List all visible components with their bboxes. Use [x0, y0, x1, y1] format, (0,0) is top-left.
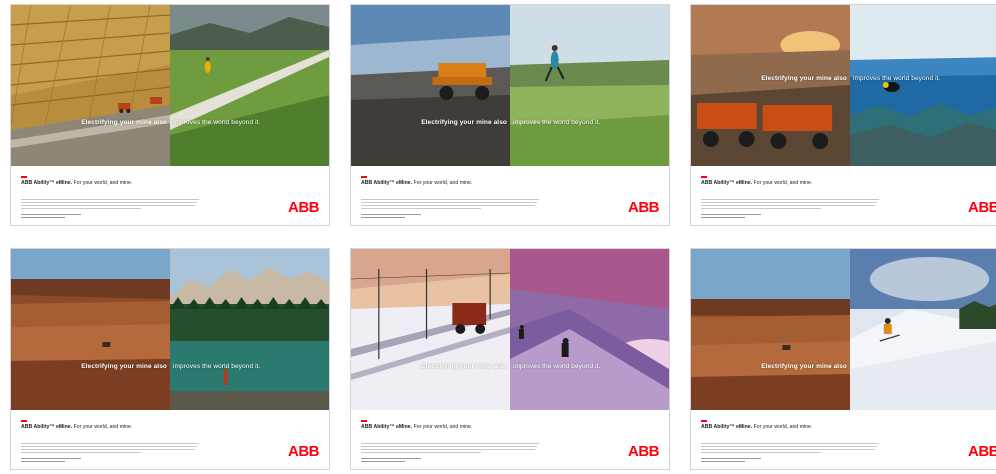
contact-text-line [21, 461, 65, 463]
body-text-line [701, 443, 879, 445]
mine-scene-image [11, 249, 170, 410]
tagline-left: Electrifying your mine also [421, 363, 507, 370]
nature-scene-image [850, 5, 996, 166]
ad-headline: ABB Ability™ eMine. For your world, and … [361, 424, 473, 430]
body-text-line [21, 208, 141, 210]
abb-logo: ABB [288, 443, 320, 460]
contact-text-line [701, 461, 745, 463]
body-text-line [21, 452, 141, 454]
mine-scene-image [691, 249, 850, 410]
ad-card-3[interactable]: Electrifying your mine also improves the… [690, 4, 996, 226]
abb-logo: ABB [968, 199, 996, 216]
red-accent-dash [361, 420, 367, 422]
tagline-right: improves the world beyond it. [173, 119, 261, 126]
ad-copy: ABB Ability™ eMine. For your world, and … [11, 166, 329, 225]
ad-photo: Electrifying your mine also improves the… [351, 249, 669, 410]
contact-text-line [21, 458, 81, 460]
body-text-line [701, 205, 875, 207]
ad-copy: ABB Ability™ eMine. For your world, and … [691, 166, 996, 225]
body-text-line [361, 202, 537, 204]
ad-headline: ABB Ability™ eMine. For your world, and … [361, 180, 473, 186]
tagline-left: Electrifying your mine also [761, 75, 847, 82]
tagline-right: improves the world beyond it. [853, 75, 941, 82]
tagline-right: improves the world beyond it. [513, 119, 601, 126]
ad-card-5[interactable]: Electrifying your mine also improves the… [350, 248, 670, 470]
mine-scene-image [11, 5, 170, 166]
nature-scene-image [850, 249, 996, 410]
tagline-left: Electrifying your mine also [81, 119, 167, 126]
nature-scene-image [170, 249, 329, 410]
contact-text-line [21, 214, 81, 216]
ad-headline: ABB Ability™ eMine. For your world, and … [701, 424, 813, 430]
body-text-line [361, 208, 481, 210]
body-text-line [701, 446, 877, 448]
contact-text-line [701, 217, 745, 219]
body-text-line [21, 443, 199, 445]
body-text-line [21, 449, 195, 451]
contact-text-line [361, 461, 405, 463]
body-text-line [21, 205, 195, 207]
contact-text-line [361, 458, 421, 460]
abb-logo: ABB [288, 199, 320, 216]
ad-card-2[interactable]: Electrifying your mine also improves the… [350, 4, 670, 226]
ad-card-6[interactable]: Electrifying your mine also ABB Ability™… [690, 248, 996, 470]
tagline-left: Electrifying your mine also [421, 119, 507, 126]
contact-text-line [701, 458, 761, 460]
nature-scene-image [510, 5, 669, 166]
red-accent-dash [21, 176, 27, 178]
body-text-line [361, 199, 539, 201]
tagline-right: improves the world beyond it. [513, 363, 601, 370]
body-text-line [701, 199, 879, 201]
body-text-line [21, 446, 197, 448]
mine-scene-image [351, 5, 510, 166]
contact-text-line [701, 214, 761, 216]
body-text-line [701, 449, 875, 451]
ad-copy: ABB Ability™ eMine. For your world, and … [11, 410, 329, 469]
red-accent-dash [701, 176, 707, 178]
body-text-line [361, 449, 535, 451]
mine-scene-image [691, 5, 850, 166]
body-text-line [701, 202, 877, 204]
contact-text-line [361, 214, 421, 216]
ad-headline: ABB Ability™ eMine. For your world, and … [21, 424, 133, 430]
ad-photo: Electrifying your mine also improves the… [11, 5, 329, 166]
ad-copy: ABB Ability™ eMine. For your world, and … [691, 410, 996, 469]
ad-card-1[interactable]: Electrifying your mine also improves the… [10, 4, 330, 226]
red-accent-dash [701, 420, 707, 422]
tagline-left: Electrifying your mine also [761, 363, 847, 370]
mine-scene-image [351, 249, 510, 410]
contact-text-line [361, 217, 405, 219]
body-text-line [701, 452, 821, 454]
body-text-line [361, 446, 537, 448]
ad-copy: ABB Ability™ eMine. For your world, and … [351, 410, 669, 469]
body-text-line [701, 208, 821, 210]
ad-copy: ABB Ability™ eMine. For your world, and … [351, 166, 669, 225]
body-text-line [21, 202, 197, 204]
body-text-line [361, 443, 539, 445]
contact-text-line [21, 217, 65, 219]
tagline-right: improves the world beyond it. [173, 363, 261, 370]
abb-logo: ABB [628, 199, 660, 216]
abb-logo: ABB [968, 443, 996, 460]
body-text-line [361, 205, 535, 207]
red-accent-dash [361, 176, 367, 178]
ad-photo: Electrifying your mine also improves the… [11, 249, 329, 410]
body-text-line [361, 452, 481, 454]
ad-headline: ABB Ability™ eMine. For your world, and … [21, 180, 133, 186]
ad-photo: Electrifying your mine also [691, 249, 996, 410]
nature-scene-image [510, 249, 669, 410]
ad-headline: ABB Ability™ eMine. For your world, and … [701, 180, 813, 186]
ad-photo: Electrifying your mine also improves the… [691, 5, 996, 166]
nature-scene-image [170, 5, 329, 166]
ad-card-4[interactable]: Electrifying your mine also improves the… [10, 248, 330, 470]
abb-logo: ABB [628, 443, 660, 460]
body-text-line [21, 199, 199, 201]
tagline-left: Electrifying your mine also [81, 363, 167, 370]
ad-photo: Electrifying your mine also improves the… [351, 5, 669, 166]
red-accent-dash [21, 420, 27, 422]
